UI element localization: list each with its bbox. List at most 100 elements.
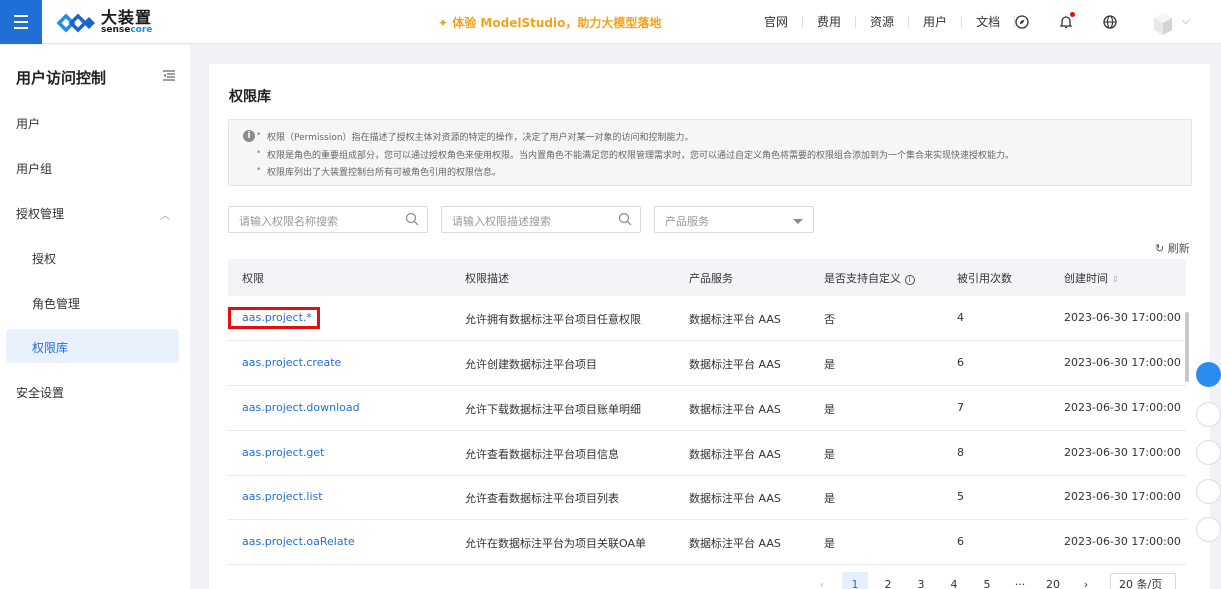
next-page-button[interactable]: › bbox=[1073, 572, 1099, 589]
perm-custom: 是 bbox=[824, 403, 835, 416]
page-3[interactable]: 3 bbox=[908, 572, 934, 589]
perm-product: 数据标注平台 AAS bbox=[689, 448, 781, 461]
th-perm: 权限 bbox=[242, 272, 264, 285]
th-desc: 权限描述 bbox=[465, 272, 509, 285]
perm-refs: 6 bbox=[957, 356, 964, 369]
promo-text: 体验 ModelStudio，助力大模型落地 bbox=[452, 16, 662, 30]
promo-banner[interactable]: ✦ 体验 ModelStudio，助力大模型落地 bbox=[438, 14, 661, 31]
perm-desc: 允许创建数据标注平台项目 bbox=[465, 358, 597, 371]
perm-custom: 否 bbox=[824, 313, 835, 326]
perm-link[interactable]: aas.project.list bbox=[242, 490, 323, 503]
collapse-panel-icon[interactable] bbox=[1196, 517, 1221, 542]
globe-icon[interactable] bbox=[1100, 12, 1120, 32]
perm-refs: 4 bbox=[957, 311, 964, 324]
sidebar-item-users[interactable]: 用户 bbox=[16, 115, 40, 132]
sidebar-item-grant[interactable]: 授权 bbox=[32, 250, 56, 267]
sort-icon[interactable]: ⇕ bbox=[1112, 275, 1120, 285]
th-custom-label: 是否支持自定义 bbox=[824, 272, 901, 285]
page-ellipsis[interactable]: ··· bbox=[1007, 572, 1033, 589]
perm-refs: 8 bbox=[957, 446, 964, 459]
perm-custom: 是 bbox=[824, 358, 835, 371]
info-box: i 权限（Permission）指在描述了授权主体对资源的特定的操作，决定了用户… bbox=[228, 119, 1192, 186]
refresh-icon: ↻ bbox=[1155, 242, 1165, 255]
page-4[interactable]: 4 bbox=[941, 572, 967, 589]
main-card: 权限库 i 权限（Permission）指在描述了授权主体对资源的特定的操作，决… bbox=[209, 64, 1210, 589]
nav-billing[interactable]: 费用 bbox=[803, 16, 857, 28]
perm-link[interactable]: aas.project.create bbox=[242, 356, 341, 369]
announcement-icon[interactable] bbox=[1196, 402, 1221, 427]
perm-desc: 允许拥有数据标注平台项目任意权限 bbox=[465, 313, 641, 326]
page-2[interactable]: 2 bbox=[875, 572, 901, 589]
perm-desc: 允许下载数据标注平台项目账单明细 bbox=[465, 403, 641, 416]
product-select[interactable]: 产品服务 bbox=[654, 206, 814, 233]
search-name-input[interactable]: 请输入权限名称搜索 bbox=[228, 206, 428, 233]
hourglass-icon[interactable] bbox=[1196, 440, 1221, 465]
table-scrollbar[interactable] bbox=[1185, 312, 1189, 382]
logo-sub-b: core bbox=[130, 25, 153, 35]
highlight-box bbox=[228, 307, 320, 329]
page-size-select[interactable]: 20 条/页 bbox=[1110, 573, 1176, 589]
th-created-label: 创建时间 bbox=[1064, 272, 1108, 285]
nav-users[interactable]: 用户 bbox=[909, 16, 963, 28]
search-name-placeholder: 请输入权限名称搜索 bbox=[239, 215, 338, 228]
logo-mark-icon bbox=[56, 13, 95, 32]
perm-product: 数据标注平台 AAS bbox=[689, 313, 781, 326]
collapse-sidebar-icon[interactable] bbox=[162, 69, 176, 83]
headset-icon[interactable] bbox=[1196, 479, 1221, 504]
th-refs: 被引用次数 bbox=[957, 272, 1012, 285]
refresh-button[interactable]: ↻ 刷新 bbox=[1155, 240, 1190, 256]
prev-page-button[interactable]: ‹ bbox=[809, 572, 835, 589]
perm-created: 2023-06-30 17:00:00 bbox=[1064, 356, 1181, 369]
menu-icon[interactable] bbox=[0, 0, 42, 44]
nav-official[interactable]: 官网 bbox=[750, 16, 804, 28]
perm-custom: 是 bbox=[824, 448, 835, 461]
search-icon[interactable] bbox=[618, 212, 632, 226]
sidebar-item-auth[interactable]: 授权管理 bbox=[16, 205, 64, 222]
table-row: aas.project.get 允许查看数据标注平台项目信息 数据标注平台 AA… bbox=[228, 431, 1186, 476]
notification-dot bbox=[1070, 12, 1075, 17]
sidebar-item-perm-lib[interactable]: 权限库 bbox=[32, 339, 68, 356]
sidebar: 用户访问控制 用户 用户组 授权管理 ︿ 授权 角色管理 权限库 安全设置 bbox=[0, 45, 190, 589]
nav-resources[interactable]: 资源 bbox=[856, 16, 910, 28]
info-line-3: 权限库列出了大装置控制台所有可被角色引用的权限信息。 bbox=[256, 165, 501, 178]
search-desc-placeholder: 请输入权限描述搜索 bbox=[452, 215, 551, 228]
sidebar-item-security[interactable]: 安全设置 bbox=[16, 384, 64, 401]
nav-docs[interactable]: 文档 bbox=[962, 16, 1016, 28]
perm-created: 2023-06-30 17:00:00 bbox=[1064, 311, 1181, 324]
info-circle-icon[interactable]: i bbox=[904, 275, 915, 285]
perm-product: 数据标注平台 AAS bbox=[689, 492, 781, 505]
th-custom: 是否支持自定义 i bbox=[824, 270, 915, 286]
perm-refs: 6 bbox=[957, 535, 964, 548]
info-line-2: 权限是角色的重要组成部分，您可以通过授权角色来使用权限。当内置角色不能满足您的权… bbox=[256, 148, 1014, 161]
pagination: ‹ 1 2 3 4 5 ··· 20 › 20 条/页 bbox=[809, 572, 1176, 589]
perm-link[interactable]: aas.project.get bbox=[242, 446, 324, 459]
page-1[interactable]: 1 bbox=[842, 572, 868, 589]
refresh-label: 刷新 bbox=[1167, 242, 1190, 255]
table-row: aas.project.list 允许查看数据标注平台项目列表 数据标注平台 A… bbox=[228, 475, 1186, 520]
search-desc-input[interactable]: 请输入权限描述搜索 bbox=[441, 206, 641, 233]
perm-link[interactable]: aas.project.oaRelate bbox=[242, 535, 355, 548]
perm-desc: 允许查看数据标注平台项目信息 bbox=[465, 448, 619, 461]
perm-link[interactable]: aas.project.download bbox=[242, 401, 360, 414]
chevron-up-icon[interactable]: ︿ bbox=[160, 207, 170, 222]
logo-sub-a: sense bbox=[101, 25, 131, 35]
page-5[interactable]: 5 bbox=[974, 572, 1000, 589]
sidebar-item-roles[interactable]: 角色管理 bbox=[32, 295, 80, 312]
perm-desc: 允许在数据标注平台为项目关联OA单 bbox=[465, 537, 646, 550]
chevron-down-icon[interactable]: ⌵ bbox=[1182, 16, 1190, 27]
perm-product: 数据标注平台 AAS bbox=[689, 358, 781, 371]
perm-custom: 是 bbox=[824, 492, 835, 505]
page-20[interactable]: 20 bbox=[1040, 572, 1066, 589]
assistant-bot-icon[interactable] bbox=[1196, 362, 1221, 387]
compass-icon[interactable] bbox=[1012, 12, 1032, 32]
th-created[interactable]: 创建时间 ⇕ bbox=[1064, 270, 1119, 286]
info-icon: i bbox=[243, 130, 255, 142]
table-header: 权限 权限描述 产品服务 是否支持自定义 i 被引用次数 创建时间 ⇕ bbox=[228, 259, 1186, 296]
bell-icon[interactable] bbox=[1056, 12, 1076, 32]
perm-product: 数据标注平台 AAS bbox=[689, 537, 781, 550]
perm-refs: 7 bbox=[957, 401, 964, 414]
sensecore-logo[interactable]: 大装置 sensecore bbox=[55, 10, 152, 35]
sidebar-item-groups[interactable]: 用户组 bbox=[16, 160, 52, 177]
search-icon[interactable] bbox=[405, 212, 419, 226]
avatar[interactable] bbox=[1150, 10, 1176, 36]
